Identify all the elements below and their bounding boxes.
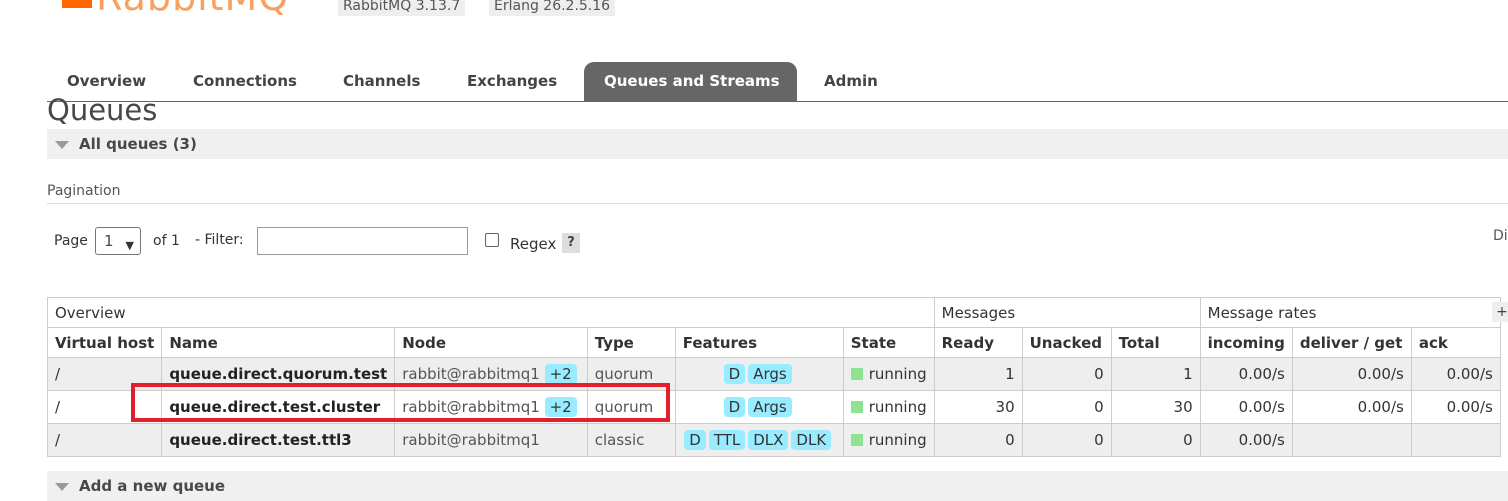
ack-rate-cell bbox=[1410, 423, 1501, 457]
state-label: running bbox=[868, 398, 927, 416]
all-queues-section-toggle[interactable]: All queues (3) bbox=[47, 129, 1508, 159]
filter-label: - Filter: bbox=[195, 232, 244, 248]
tab-admin[interactable]: Admin bbox=[804, 62, 898, 101]
state-label: running bbox=[868, 431, 927, 449]
column-options-button[interactable]: + bbox=[1492, 302, 1508, 322]
features-cell: D Args bbox=[674, 357, 844, 391]
ready-cell: 1 bbox=[933, 357, 1023, 391]
col-ack[interactable]: ack bbox=[1410, 327, 1501, 358]
col-incoming[interactable]: incoming bbox=[1199, 327, 1293, 358]
feature-dlk-badge: DLK bbox=[791, 430, 832, 450]
main-nav-tabs: Overview Connections Channels Exchanges … bbox=[47, 62, 1508, 102]
col-total[interactable]: Total bbox=[1110, 327, 1201, 358]
state-label: running bbox=[868, 365, 927, 383]
group-header-messages: Messages bbox=[933, 297, 1201, 328]
ready-cell: 0 bbox=[933, 423, 1023, 457]
page-label: Page bbox=[54, 233, 88, 249]
ack-rate-cell: 0.00/s bbox=[1410, 390, 1501, 424]
page-select-value: 1 bbox=[104, 232, 114, 250]
incoming-rate-cell: 0.00/s bbox=[1199, 357, 1293, 391]
regex-help-button[interactable]: ? bbox=[562, 233, 580, 253]
highlight-annotation bbox=[131, 383, 670, 422]
total-cell: 1 bbox=[1110, 357, 1201, 391]
tab-channels[interactable]: Channels bbox=[323, 62, 440, 101]
feature-ttl-badge: TTL bbox=[708, 430, 746, 450]
group-header-message-rates: Message rates bbox=[1199, 297, 1501, 328]
col-virtual-host[interactable]: Virtual host bbox=[46, 327, 163, 358]
feature-args-badge: Args bbox=[748, 397, 792, 417]
node-name: rabbit@rabbitmq1 bbox=[402, 431, 540, 449]
feature-args-badge: Args bbox=[748, 364, 792, 384]
pagination-label: Pagination bbox=[47, 183, 121, 199]
collapse-triangle-icon bbox=[55, 483, 69, 491]
state-cell: running bbox=[842, 390, 935, 424]
feature-durable-badge: D bbox=[723, 397, 746, 417]
col-name[interactable]: Name bbox=[161, 327, 396, 358]
state-cell: running bbox=[842, 423, 935, 457]
regex-checkbox[interactable] bbox=[485, 233, 499, 247]
chevron-down-icon: ▼ bbox=[125, 239, 134, 252]
page-select[interactable]: 1 ▼ bbox=[95, 227, 141, 255]
col-ready[interactable]: Ready bbox=[933, 327, 1023, 358]
running-status-icon bbox=[850, 368, 863, 380]
logo-mark-icon bbox=[62, 0, 92, 8]
queue-name-link[interactable]: queue.direct.test.ttl3 bbox=[161, 423, 396, 457]
col-features: Features bbox=[674, 327, 844, 358]
erlang-version-badge: Erlang 26.2.5.16 bbox=[489, 0, 616, 16]
collapse-triangle-icon bbox=[55, 141, 69, 149]
col-state[interactable]: State bbox=[842, 327, 935, 358]
rabbitmq-version-badge: RabbitMQ 3.13.7 bbox=[338, 0, 466, 16]
features-cell: D TTL DLX DLK bbox=[674, 423, 844, 457]
add-queue-section-toggle[interactable]: Add a new queue bbox=[47, 471, 1508, 501]
feature-dlx-badge: DLX bbox=[748, 430, 789, 450]
logo-text: RabbitMQ bbox=[96, 0, 289, 19]
tab-exchanges[interactable]: Exchanges bbox=[447, 62, 577, 101]
table-row: / queue.direct.test.ttl3 rabbit@rabbitmq… bbox=[46, 423, 1501, 457]
queues-table: Overview Messages Message rates Virtual … bbox=[46, 297, 1501, 457]
node-name: rabbit@rabbitmq1 bbox=[402, 365, 540, 383]
unacked-cell: 0 bbox=[1021, 390, 1112, 424]
deliver-get-rate-cell: 0.00/s bbox=[1291, 390, 1412, 424]
page-count-label: of 1 bbox=[153, 233, 180, 249]
add-queue-section-label: Add a new queue bbox=[79, 477, 226, 495]
col-unacked[interactable]: Unacked bbox=[1021, 327, 1112, 358]
feature-durable-badge: D bbox=[684, 430, 706, 450]
running-status-icon bbox=[850, 434, 863, 446]
regex-label: Regex bbox=[510, 235, 557, 253]
total-cell: 30 bbox=[1110, 390, 1201, 424]
vhost-cell: / bbox=[46, 423, 163, 457]
col-deliver-get[interactable]: deliver / get bbox=[1291, 327, 1412, 358]
feature-durable-badge: D bbox=[723, 364, 746, 384]
col-type[interactable]: Type bbox=[586, 327, 676, 358]
state-cell: running bbox=[842, 357, 935, 391]
all-queues-section-label: All queues (3) bbox=[79, 135, 197, 153]
unacked-cell: 0 bbox=[1021, 357, 1112, 391]
rabbitmq-logo[interactable]: RabbitMQTM bbox=[62, 0, 306, 16]
deliver-get-rate-cell bbox=[1291, 423, 1412, 457]
group-header-overview: Overview bbox=[47, 297, 935, 328]
filter-input[interactable] bbox=[257, 227, 468, 255]
tab-queues-and-streams[interactable]: Queues and Streams bbox=[584, 62, 797, 101]
display-options-label: Di bbox=[1493, 228, 1508, 244]
node-extra-badge: +2 bbox=[544, 364, 577, 384]
incoming-rate-cell: 0.00/s bbox=[1199, 390, 1293, 424]
total-cell: 0 bbox=[1110, 423, 1201, 457]
features-cell: D Args bbox=[674, 390, 844, 424]
ready-cell: 30 bbox=[933, 390, 1023, 424]
tab-connections[interactable]: Connections bbox=[173, 62, 317, 101]
deliver-get-rate-cell: 0.00/s bbox=[1291, 357, 1412, 391]
node-cell: rabbit@rabbitmq1 bbox=[394, 423, 588, 457]
type-cell: classic bbox=[586, 423, 676, 457]
col-node[interactable]: Node bbox=[394, 327, 588, 358]
ack-rate-cell: 0.00/s bbox=[1410, 357, 1501, 391]
page-title: Queues bbox=[47, 93, 158, 127]
running-status-icon bbox=[850, 401, 863, 413]
unacked-cell: 0 bbox=[1021, 423, 1112, 457]
incoming-rate-cell: 0.00/s bbox=[1199, 423, 1293, 457]
pagination-divider bbox=[47, 203, 1508, 204]
